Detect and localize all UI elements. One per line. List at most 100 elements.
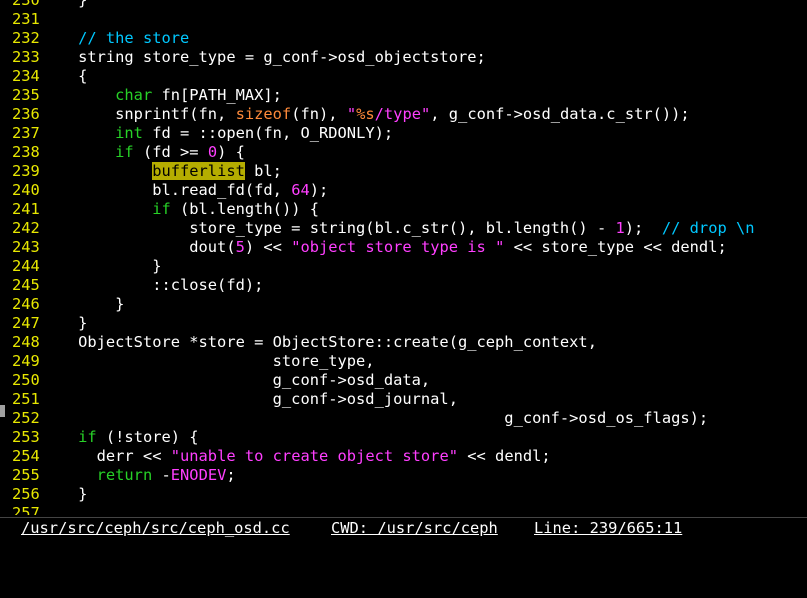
line-number: 238: [12, 143, 40, 161]
code-line[interactable]: 233 string store_type = g_conf->osd_obje…: [0, 48, 807, 67]
line-number: 234: [12, 67, 40, 85]
code-text: ::close(fd);: [41, 276, 263, 294]
line-number: 241: [12, 200, 40, 218]
code-line[interactable]: 242 store_type = string(bl.c_str(), bl.l…: [0, 219, 807, 238]
code-comment: // the store: [78, 29, 190, 47]
code-line[interactable]: 239 bufferlist bl;: [0, 162, 807, 181]
code-token: }: [41, 0, 88, 9]
code-token: bl;: [244, 162, 282, 180]
code-line[interactable]: 241 if (bl.length()) {: [0, 200, 807, 219]
code-line[interactable]: 247 }: [0, 314, 807, 333]
code-text: g_conf->osd_journal,: [41, 390, 458, 408]
code-format-spec: sizeof: [235, 105, 292, 123]
line-number: 235: [12, 86, 40, 104]
code-token: }: [41, 314, 88, 332]
code-line[interactable]: 250 g_conf->osd_data,: [0, 371, 807, 390]
code-line[interactable]: 235 char fn[PATH_MAX];: [0, 86, 807, 105]
code-line[interactable]: 237 int fd = ::open(fn, O_RDONLY);: [0, 124, 807, 143]
line-number: 250: [12, 371, 40, 389]
code-keyword: if: [78, 428, 97, 446]
code-text: }: [41, 257, 161, 275]
status-cursor-position: Line: 239/665:11: [534, 519, 683, 537]
code-token: {: [41, 67, 88, 85]
code-token: string store_type = g_conf->osd_objectst…: [41, 48, 486, 66]
code-token: );: [309, 181, 329, 199]
line-number: 256: [12, 485, 40, 503]
code-token: fd = ::open(fn, O_RDONLY);: [142, 124, 394, 142]
code-line[interactable]: 244 }: [0, 257, 807, 276]
status-bar: /usr/src/ceph/src/ceph_osd.cc CWD: /usr/…: [0, 517, 807, 540]
line-number: 254: [12, 447, 40, 465]
code-token: dout(: [41, 238, 236, 256]
line-number: 247: [12, 314, 40, 332]
code-line[interactable]: 256 }: [0, 485, 807, 504]
line-number: 233: [12, 48, 40, 66]
code-line[interactable]: 254 derr << "unable to create object sto…: [0, 447, 807, 466]
line-number: 242: [12, 219, 40, 237]
code-line[interactable]: 246 }: [0, 295, 807, 314]
code-keyword: int: [115, 124, 143, 142]
code-line[interactable]: 257: [0, 504, 807, 515]
code-token: store_type = string(bl.c_str(), bl.lengt…: [41, 219, 616, 237]
code-line[interactable]: 255 return -ENODEV;: [0, 466, 807, 485]
code-keyword: if: [115, 143, 134, 161]
code-line[interactable]: 232 // the store: [0, 29, 807, 48]
code-text: string store_type = g_conf->osd_objectst…: [41, 48, 486, 66]
line-number: 252: [12, 409, 40, 427]
code-text: g_conf->osd_data,: [41, 371, 431, 389]
code-string: ": [346, 105, 357, 123]
code-line[interactable]: 243 dout(5) << "object store type is " <…: [0, 238, 807, 257]
line-number: 244: [12, 257, 40, 275]
code-line[interactable]: 236 snprintf(fn, sizeof(fn), "%s/type", …: [0, 105, 807, 124]
code-line[interactable]: 252 g_conf->osd_os_flags);: [0, 409, 807, 428]
code-text: dout(5) << "object store type is " << st…: [41, 238, 727, 256]
line-number: 251: [12, 390, 40, 408]
line-number: 249: [12, 352, 40, 370]
code-token: g_conf->osd_os_flags);: [41, 409, 709, 427]
search-highlight: bufferlist: [152, 162, 245, 180]
code-token: store_type,: [41, 352, 375, 370]
code-line[interactable]: 231: [0, 10, 807, 29]
line-number: 248: [12, 333, 40, 351]
code-editor[interactable]: 230 } 231 232 // the store 233 string store…: [0, 0, 807, 515]
code-number: ENODEV: [170, 466, 227, 484]
code-token: }: [41, 257, 162, 275]
code-line[interactable]: 251 g_conf->osd_journal,: [0, 390, 807, 409]
line-number: 255: [12, 466, 40, 484]
code-text: if (bl.length()) {: [41, 200, 319, 218]
code-line[interactable]: 245 ::close(fd);: [0, 276, 807, 295]
code-format-spec: %s: [356, 105, 375, 123]
code-line[interactable]: 230 }: [0, 0, 807, 10]
code-token: g_conf->osd_journal,: [41, 390, 458, 408]
line-number: 253: [12, 428, 40, 446]
code-token: << store_type << dendl;: [504, 238, 727, 256]
line-number: 240: [12, 181, 40, 199]
code-text: }: [41, 295, 124, 313]
line-number: 232: [12, 29, 40, 47]
line-number: 246: [12, 295, 40, 313]
code-token: snprintf(fn,: [41, 105, 236, 123]
code-line[interactable]: 238 if (fd >= 0) {: [0, 143, 807, 162]
code-text: }: [41, 0, 87, 9]
code-text: bl.read_fd(fd, 64);: [41, 181, 328, 199]
line-number: 236: [12, 105, 40, 123]
code-line[interactable]: 234 {: [0, 67, 807, 86]
code-text: store_type = string(bl.c_str(), bl.lengt…: [41, 219, 754, 237]
code-token: << dendl;: [457, 447, 551, 465]
code-token: ::close(fd);: [41, 276, 264, 294]
code-text: ObjectStore *store = ObjectStore::create…: [41, 333, 597, 351]
code-line[interactable]: 240 bl.read_fd(fd, 64);: [0, 181, 807, 200]
code-line[interactable]: 249 store_type,: [0, 352, 807, 371]
code-text: {: [41, 67, 87, 85]
code-line[interactable]: 253 if (!store) {: [0, 428, 807, 447]
code-token: ;: [226, 466, 236, 484]
code-token: (!store) {: [96, 428, 199, 446]
code-keyword: if: [152, 200, 171, 218]
code-line[interactable]: 248 ObjectStore *store = ObjectStore::cr…: [0, 333, 807, 352]
code-text: bufferlist bl;: [41, 162, 282, 180]
